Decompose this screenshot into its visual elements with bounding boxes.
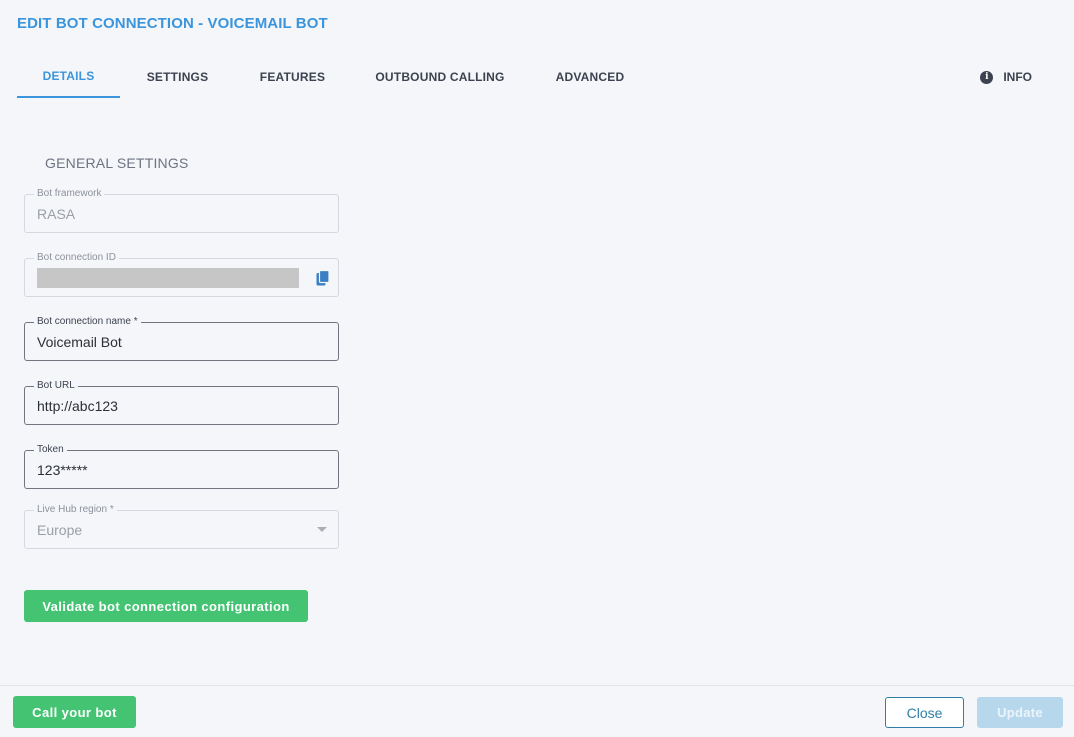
tab-bar: DETAILS SETTINGS FEATURES OUTBOUND CALLI…	[17, 56, 1057, 98]
dialog-title: EDIT BOT CONNECTION - VOICEMAIL BOT	[17, 15, 328, 32]
info-icon: i	[980, 70, 994, 84]
copy-icon[interactable]	[316, 270, 330, 286]
tab-outbound-calling[interactable]: OUTBOUND CALLING	[367, 56, 513, 98]
validate-button[interactable]: Validate bot connection configuration	[24, 590, 308, 622]
bot-url-input[interactable]: http://abc123	[37, 387, 118, 424]
bot-connection-name-field[interactable]: Bot connection name * Voicemail Bot	[24, 315, 339, 361]
live-hub-region-value: Europe	[37, 521, 83, 538]
footer: Call your bot Close Update	[0, 685, 1074, 737]
token-input[interactable]: 123*****	[37, 451, 88, 488]
bot-url-field[interactable]: Bot URL http://abc123	[24, 379, 339, 425]
tab-details[interactable]: DETAILS	[17, 56, 120, 98]
chevron-down-icon	[317, 527, 327, 532]
token-field[interactable]: Token 123*****	[24, 443, 339, 489]
tab-advanced[interactable]: ADVANCED	[547, 56, 633, 98]
live-hub-region-select: Live Hub region * Europe	[24, 503, 339, 549]
call-bot-button[interactable]: Call your bot	[13, 696, 136, 728]
bot-connection-id-field: Bot connection ID	[24, 251, 339, 297]
tab-features[interactable]: FEATURES	[250, 56, 335, 98]
bot-framework-field: Bot framework RASA	[24, 187, 339, 233]
bot-connection-name-input[interactable]: Voicemail Bot	[37, 323, 122, 360]
close-button[interactable]: Close	[885, 697, 964, 728]
bot-connection-id-label: Bot connection ID	[34, 251, 119, 265]
redacted-connection-id	[37, 268, 299, 288]
update-button: Update	[977, 697, 1063, 728]
tab-info-label: INFO	[1003, 70, 1032, 84]
tab-settings[interactable]: SETTINGS	[135, 56, 220, 98]
tab-info[interactable]: i INFO	[980, 56, 1032, 98]
bot-framework-value: RASA	[37, 205, 76, 222]
section-title: GENERAL SETTINGS	[45, 155, 189, 171]
